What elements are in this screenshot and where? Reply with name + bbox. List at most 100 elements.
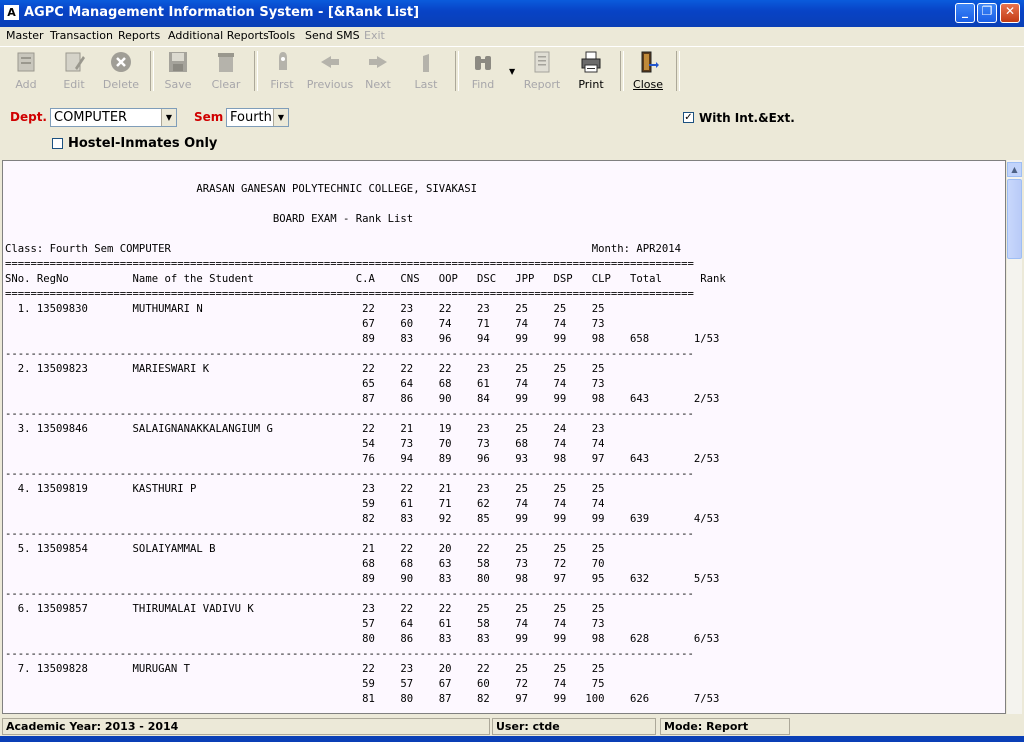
chevron-down-icon[interactable]: ▼: [161, 109, 176, 126]
report-divider: ----------------------------------------…: [5, 348, 694, 360]
report-rule: ========================================…: [5, 288, 694, 300]
minimize-button[interactable]: _: [955, 3, 975, 23]
find-dropdown-arrow[interactable]: ▼: [509, 67, 515, 76]
save-button[interactable]: Save: [154, 50, 202, 92]
print-label: Print: [578, 78, 604, 91]
vertical-scrollbar[interactable]: ▲: [1006, 160, 1022, 714]
edit-button[interactable]: Edit: [50, 50, 98, 92]
report-divider: ----------------------------------------…: [5, 528, 694, 540]
menu-exit[interactable]: Exit: [364, 29, 385, 42]
save-icon: [169, 52, 187, 72]
menu-tools[interactable]: Tools: [268, 29, 295, 42]
sem-value: Fourth: [230, 110, 272, 125]
save-label: Save: [164, 78, 192, 91]
student-internal-row: 6. 13509857 THIRUMALAI VADIVU K 23 22 22…: [5, 603, 605, 615]
student-total-row: 87 86 90 84 99 99 98 643 2/53: [5, 393, 720, 405]
exit-door-icon: [641, 51, 659, 73]
report-rule: ========================================…: [5, 258, 694, 270]
student-internal-row: 7. 13509828 MURUGAN T 22 23 20 22 25 25 …: [5, 663, 605, 675]
add-label: Add: [15, 78, 37, 91]
next-label: Next: [365, 78, 391, 91]
report-blank: [5, 197, 726, 212]
with-int-ext-label: With Int.&Ext.: [699, 111, 795, 125]
student-total-row: 80 86 83 83 99 99 98 628 6/53: [5, 633, 720, 645]
next-icon: [369, 56, 387, 68]
menu-master[interactable]: Master: [6, 29, 44, 42]
report-blank: [5, 227, 726, 242]
toolbar-separator: [676, 51, 680, 91]
student-external-row: 57 64 61 58 74 74 73: [5, 618, 605, 630]
student-total-row: 89 83 96 94 99 99 98 658 1/53: [5, 333, 720, 345]
first-icon: [279, 52, 287, 70]
scroll-up-icon[interactable]: ▲: [1007, 162, 1022, 177]
print-button[interactable]: Print: [567, 50, 615, 92]
student-total-row: 81 80 87 82 97 99 100 626 7/53: [5, 693, 720, 705]
with-int-ext-checkbox[interactable]: ✓: [683, 112, 694, 123]
delete-label: Delete: [102, 78, 140, 91]
report-button[interactable]: Report: [518, 50, 566, 92]
report-divider: ----------------------------------------…: [5, 648, 694, 660]
last-button[interactable]: Last: [402, 50, 450, 92]
student-total-row: 76 94 89 96 93 98 97 643 2/53: [5, 453, 720, 465]
find-label: Find: [471, 78, 495, 91]
close-label: Close: [633, 78, 663, 91]
student-internal-row: 3. 13509846 SALAIGNANAKKALANGIUM G 22 21…: [5, 423, 605, 435]
report-column-header: SNo. RegNo Name of the Student C.A CNS O…: [5, 273, 726, 285]
menu-additional-reports[interactable]: Additional Reports: [168, 29, 269, 42]
student-external-row: 68 68 63 58 73 72 70: [5, 558, 605, 570]
user-status: User: ctde: [492, 718, 656, 735]
student-external-row: 65 64 68 61 74 74 73: [5, 378, 605, 390]
maximize-button[interactable]: ❐: [977, 3, 997, 23]
report-divider: ----------------------------------------…: [5, 588, 694, 600]
delete-button[interactable]: Delete: [97, 50, 145, 92]
binoculars-icon: [475, 56, 491, 70]
dept-select[interactable]: COMPUTER ▼: [50, 108, 177, 127]
report-viewer[interactable]: ARASAN GANESAN POLYTECHNIC COLLEGE, SIVA…: [2, 160, 1006, 714]
student-internal-row: 2. 13509823 MARIESWARI K 22 22 22 23 25 …: [5, 363, 605, 375]
clear-icon: [218, 53, 234, 72]
previous-button[interactable]: Previous: [306, 50, 354, 92]
menu-transaction[interactable]: Transaction: [50, 29, 113, 42]
title-bar[interactable]: A AGPC Management Information System - […: [0, 0, 1024, 27]
clear-label: Clear: [211, 78, 241, 91]
student-total-row: 89 90 83 80 98 97 95 632 5/53: [5, 573, 720, 585]
menu-send-sms[interactable]: Send SMS: [305, 29, 360, 42]
last-label: Last: [414, 78, 438, 91]
last-icon: [423, 54, 429, 72]
find-button[interactable]: Find: [459, 50, 507, 92]
close-button[interactable]: Close: [624, 50, 672, 92]
report-exam-title: BOARD EXAM - Rank List: [5, 213, 414, 225]
dept-label: Dept.: [10, 110, 47, 124]
add-icon: [17, 52, 35, 72]
student-total-row: 82 83 92 85 99 99 99 639 4/53: [5, 513, 720, 525]
taskbar-edge: [0, 736, 1024, 742]
scroll-thumb[interactable]: [1007, 179, 1022, 259]
close-window-button[interactable]: ✕: [1000, 3, 1020, 23]
printer-icon: [581, 51, 601, 73]
hostel-inmates-checkbox[interactable]: [52, 138, 63, 149]
delete-icon: [111, 52, 131, 72]
app-icon[interactable]: A: [4, 5, 19, 20]
menu-reports[interactable]: Reports: [118, 29, 160, 42]
toolbar: Add Edit Delete Save Clear First Previou…: [0, 46, 1024, 96]
student-external-row: 67 60 74 71 74 74 73: [5, 318, 605, 330]
sem-label: Sem: [194, 110, 224, 124]
student-internal-row: 5. 13509854 SOLAIYAMMAL B 21 22 20 22 25…: [5, 543, 605, 555]
clear-button[interactable]: Clear: [202, 50, 250, 92]
edit-icon: [65, 52, 85, 72]
next-button[interactable]: Next: [354, 50, 402, 92]
add-button[interactable]: Add: [2, 50, 50, 92]
first-label: First: [270, 78, 294, 91]
edit-label: Edit: [63, 78, 85, 91]
student-internal-row: 4. 13509819 KASTHURI P 23 22 21 23 25 25…: [5, 483, 605, 495]
report-class-month: Class: Fourth Sem COMPUTER Month: APR201…: [5, 243, 682, 255]
previous-label: Previous: [306, 78, 354, 91]
first-button[interactable]: First: [258, 50, 306, 92]
sem-select[interactable]: Fourth ▼: [226, 108, 289, 127]
report-college-name: ARASAN GANESAN POLYTECHNIC COLLEGE, SIVA…: [5, 183, 477, 195]
filter-panel: Dept. COMPUTER ▼ Sem Fourth ▼ ✓ With Int…: [0, 95, 1024, 159]
report-divider: ----------------------------------------…: [5, 468, 694, 480]
chevron-down-icon[interactable]: ▼: [273, 109, 288, 126]
hostel-inmates-label: Hostel-Inmates Only: [68, 136, 218, 151]
student-internal-row: 1. 13509830 MUTHUMARI N 22 23 22 23 25 2…: [5, 303, 605, 315]
